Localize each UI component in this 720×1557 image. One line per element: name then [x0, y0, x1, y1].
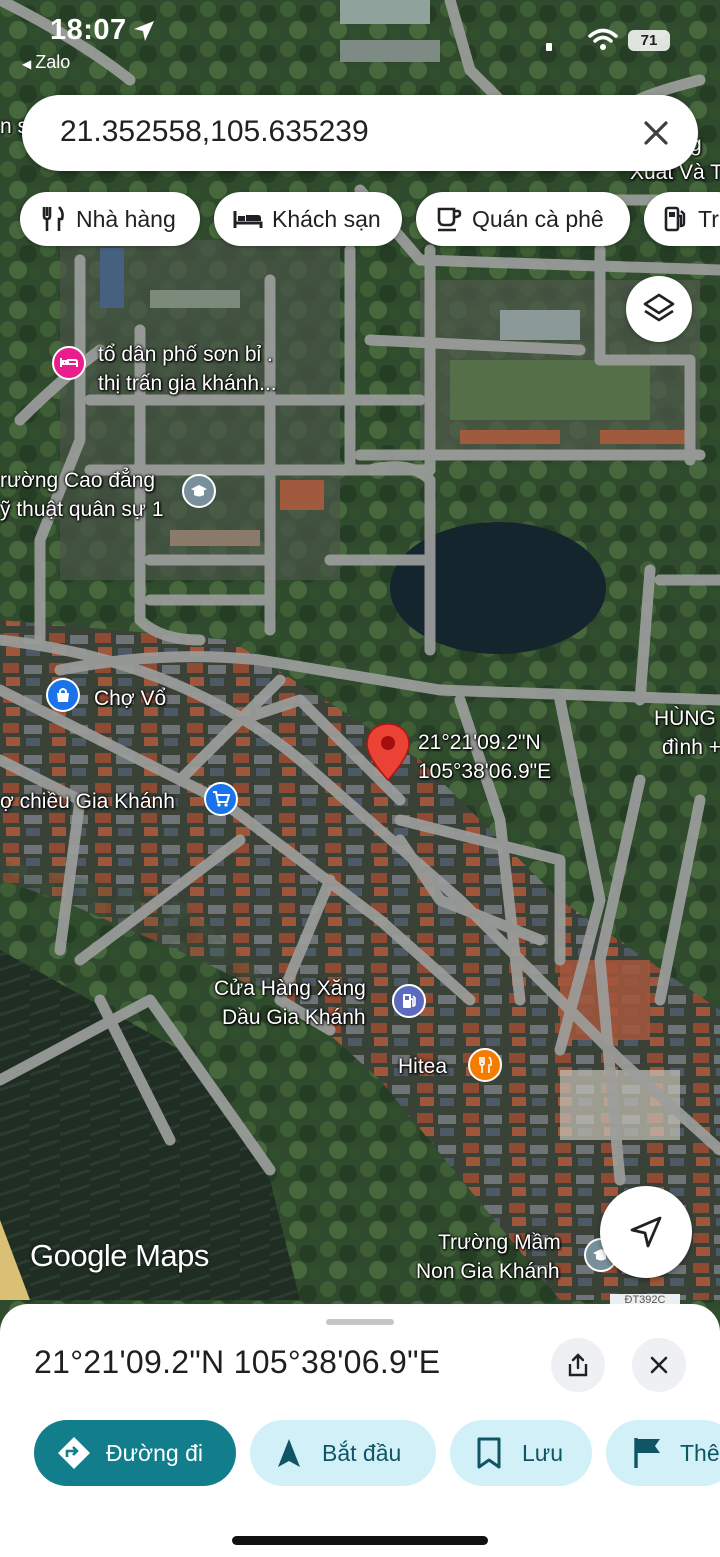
add-label-button[interactable]: Thê	[606, 1420, 720, 1486]
my-location-button[interactable]	[600, 1186, 692, 1278]
close-icon[interactable]	[636, 113, 676, 153]
chip-label: Nhà hàng	[76, 205, 176, 232]
search-bar[interactable]: 21.352558,105.635239	[22, 95, 698, 171]
chip-hotels[interactable]: Khách sạn	[214, 192, 402, 246]
coordinates-title: 21°21'09.2"N 105°38'06.9"E	[34, 1344, 441, 1380]
map-label-cua-hang-xang-1[interactable]: Cửa Hàng Xăng	[214, 974, 366, 1003]
chip-label: Tr	[698, 205, 719, 232]
back-triangle-icon: ◀	[22, 57, 32, 71]
battery-icon: 71	[628, 30, 670, 51]
map-label-hung-2[interactable]: đình +	[662, 733, 720, 762]
gas-station-icon	[664, 206, 686, 232]
map-label-to-dan-pho-1[interactable]: tổ dân phố sơn bỉ .	[98, 340, 273, 369]
start-label: Bắt đầu	[322, 1439, 402, 1466]
map-label-pin-lat: 21°21'09.2"N	[418, 731, 541, 754]
shopping-cart-pin-icon[interactable]	[204, 782, 238, 816]
save-label: Lưu	[522, 1439, 563, 1466]
bookmark-icon	[477, 1437, 501, 1469]
category-chips: Nhà hàng Khách sạn Quán cà phê Tr	[0, 192, 720, 248]
google-maps-logo: Google Maps	[30, 1238, 209, 1273]
back-app-label: Zalo	[35, 52, 71, 72]
school-pin-icon[interactable]	[182, 474, 216, 508]
directions-label: Đường đi	[106, 1439, 203, 1466]
flag-icon	[634, 1438, 660, 1468]
search-input[interactable]: 21.352558,105.635239	[60, 115, 369, 149]
hotel-pin-icon[interactable]	[52, 346, 86, 380]
add-label-label: Thê	[680, 1439, 720, 1466]
map-label-hung-1[interactable]: HÙNG	[654, 704, 716, 733]
map-label-cua-hang-xang-2[interactable]: Dầu Gia Khánh	[222, 1003, 366, 1032]
close-icon	[650, 1356, 668, 1374]
share-button[interactable]	[551, 1338, 605, 1392]
map-label-pin-lng: 105°38'06.9"E	[418, 760, 552, 783]
map-label-hitea[interactable]: Hitea	[398, 1052, 447, 1081]
directions-icon	[58, 1437, 90, 1469]
status-time: 18:07	[50, 14, 127, 46]
map-label-to-dan-pho-2[interactable]: thị trấn gia khánh...	[98, 369, 277, 398]
layers-icon	[643, 293, 675, 322]
navigation-arrow-icon	[278, 1439, 300, 1467]
status-bar: 18:07 ◀ Zalo 71	[0, 0, 720, 80]
chip-label: Khách sạn	[272, 205, 381, 232]
map-label-cho-chieu[interactable]: ợ chiều Gia Khánh	[0, 787, 175, 816]
cellular-signal-icon	[546, 43, 552, 51]
chip-restaurants[interactable]: Nhà hàng	[20, 192, 200, 246]
share-icon	[568, 1353, 588, 1377]
navigation-arrow-icon	[630, 1216, 662, 1248]
map-label-truong-mam-non-1[interactable]: Trường Mầm	[438, 1228, 561, 1257]
home-indicator[interactable]	[232, 1536, 488, 1545]
close-sheet-button[interactable]	[632, 1338, 686, 1392]
restaurant-pin-icon[interactable]	[468, 1048, 502, 1082]
gas-station-pin-icon[interactable]	[392, 984, 426, 1018]
wifi-icon	[588, 28, 618, 50]
map-label-truong-mam-non-2[interactable]: Non Gia Khánh	[416, 1257, 560, 1286]
location-arrow-icon	[134, 21, 154, 41]
fork-knife-icon	[42, 206, 64, 231]
map-label-cho-vo[interactable]: Chợ Vổ	[94, 684, 166, 713]
directions-button[interactable]: Đường đi	[34, 1420, 236, 1486]
back-to-app-link[interactable]: ◀ Zalo	[22, 52, 70, 73]
place-bottom-sheet[interactable]: 21°21'09.2"N 105°38'06.9"E Đường đi Bắt …	[0, 1304, 720, 1557]
map-label-truong-cao-dang-2[interactable]: ỹ thuật quân sự 1	[0, 495, 164, 524]
location-pin-icon[interactable]	[364, 722, 412, 789]
chip-label: Quán cà phê	[472, 205, 604, 232]
save-button[interactable]: Lưu	[450, 1420, 592, 1486]
drag-handle[interactable]	[326, 1319, 394, 1325]
start-button[interactable]: Bắt đầu	[250, 1420, 436, 1486]
chip-cafes[interactable]: Quán cà phê	[416, 192, 630, 246]
map-label-truong-cao-dang-1[interactable]: rường Cao đẳng	[0, 466, 155, 495]
chip-gas-stations[interactable]: Tr	[644, 192, 720, 246]
bed-icon	[233, 211, 263, 228]
layers-button[interactable]	[626, 276, 692, 342]
coffee-cup-icon	[437, 207, 462, 232]
market-pin-icon[interactable]	[46, 678, 80, 712]
